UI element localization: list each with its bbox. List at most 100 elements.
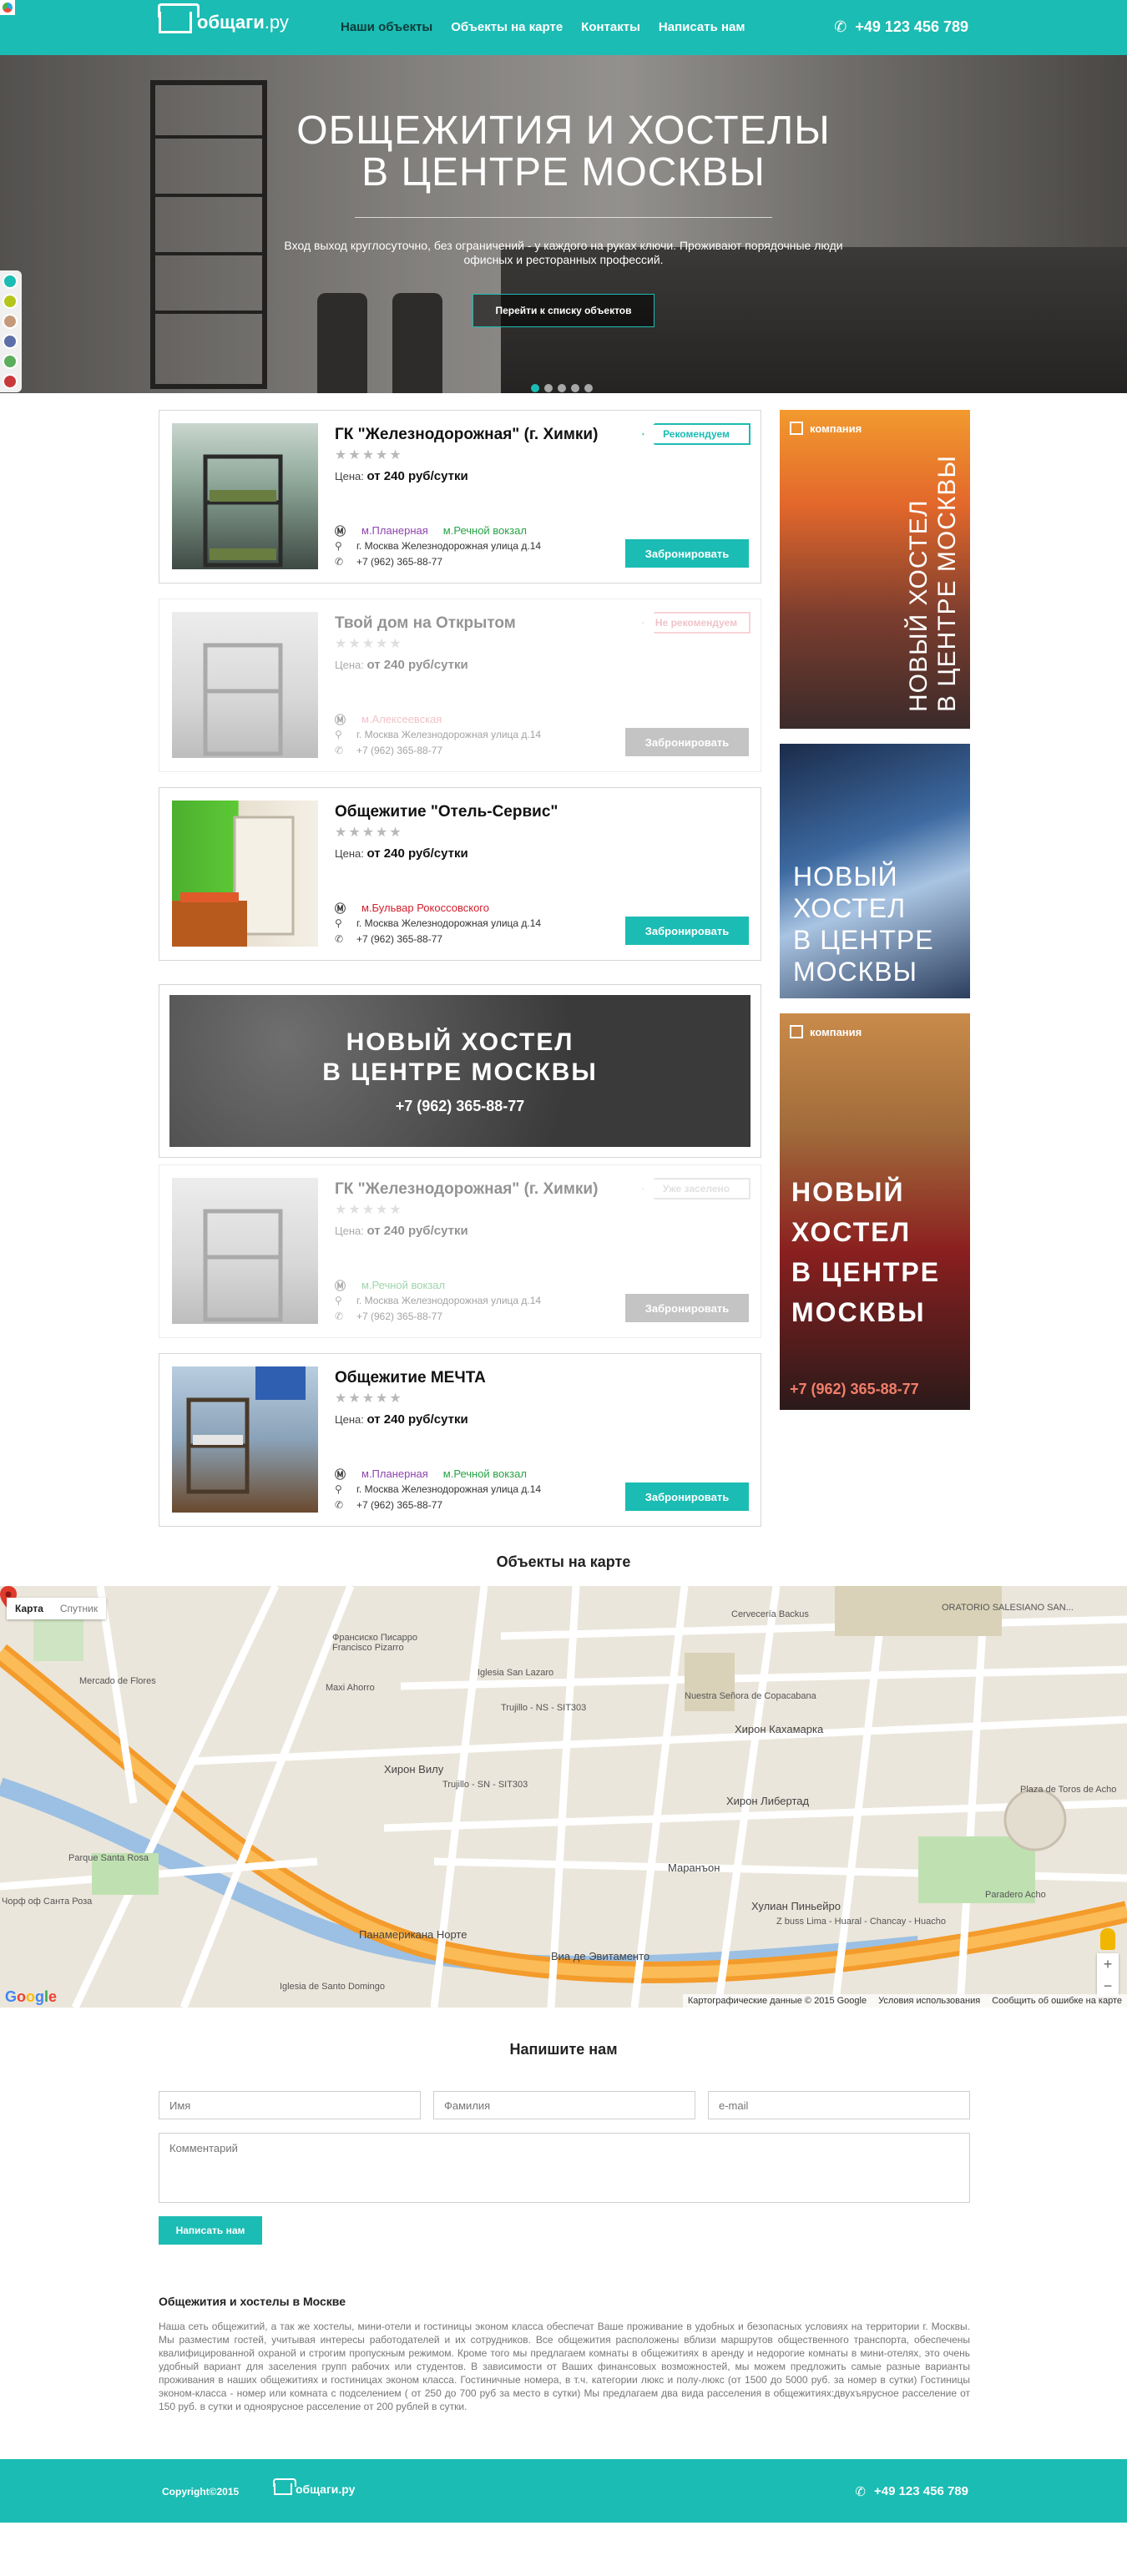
promo-banner-line: НОВЫЙ ХОСТЕЛ [346, 1028, 574, 1056]
color-swatch[interactable] [3, 354, 18, 369]
map-label: Чорф оф Санта Роза [2, 1897, 93, 1907]
metro-station: м.Планерная [361, 1467, 428, 1480]
map-terms-link[interactable]: Условия использования [878, 1996, 980, 2006]
phone-icon: ✆ [855, 2485, 866, 2499]
listing-title[interactable]: ГК "Железнодорожная" (г. Химки) [335, 1180, 598, 1199]
listing-photo[interactable] [172, 1178, 318, 1324]
map-label: Trujillo - SN - SIT303 [442, 1780, 528, 1790]
map-title: Объекты на карте [496, 1553, 631, 1570]
footer-logo[interactable]: общаги.ру [273, 2478, 355, 2496]
rating-stars[interactable]: ★★★★★ [335, 1390, 403, 1407]
street-view-pegman-icon[interactable] [1100, 1928, 1115, 1950]
color-swatch[interactable] [3, 294, 18, 309]
listing-title[interactable]: Общежитие МЕЧТА [335, 1369, 486, 1387]
map-zoom-control: + − [1097, 1953, 1119, 1997]
rating-stars[interactable]: ★★★★★ [335, 1201, 403, 1218]
listing-photo[interactable] [172, 1366, 318, 1513]
nav-objects-map[interactable]: Объекты на карте [451, 20, 563, 34]
listing-title[interactable]: ГК "Железнодорожная" (г. Химки) [335, 426, 598, 444]
color-swatch[interactable] [3, 374, 18, 389]
surname-input[interactable] [433, 2091, 695, 2119]
name-input[interactable] [159, 2091, 421, 2119]
site-footer: Copyright©2015 общаги.ру ✆ +49 123 456 7… [0, 2459, 1127, 2523]
listing-address: ⚲ г. Москва Железнодорожная улица д.14 [335, 729, 542, 740]
map-marker-icon: ⚲ [335, 729, 342, 740]
email-input[interactable] [708, 2091, 970, 2119]
metro-station: м.Планерная [361, 524, 428, 537]
map-label: Панамерикана Норте [359, 1928, 467, 1941]
listing-address: ⚲ г. Москва Железнодорожная улица д.14 [335, 1295, 542, 1306]
metro-stations: Ⓜ м.Планерная м.Речной вокзал [335, 523, 527, 538]
color-swatch[interactable] [3, 314, 18, 329]
slider-dot[interactable] [584, 384, 593, 392]
phone-icon: ✆ [335, 933, 344, 945]
map-label: Хирон Вилу [384, 1763, 444, 1775]
map-report-link[interactable]: Сообщить об ошибке на карте [992, 1996, 1122, 2006]
map-label: Nuestra Señora de Copacabana [685, 1691, 816, 1701]
listing-card: Твой дом на Открытом ★★★★★ Цена: от 240 … [159, 599, 761, 772]
seo-paragraph: Наша сеть общежитий, а так же хостелы, м… [159, 2321, 970, 2412]
book-button[interactable]: Забронировать [625, 917, 749, 945]
send-message-button[interactable]: Написать нам [159, 2216, 262, 2245]
slider-dot[interactable] [558, 384, 566, 392]
go-to-list-button[interactable]: Перейти к списку объектов [473, 294, 654, 327]
checkbox-icon [790, 1025, 803, 1038]
rating-stars[interactable]: ★★★★★ [335, 447, 403, 463]
map-section: Объекты на карте Francisco Pizarro Франс… [0, 1528, 1127, 2013]
metro-station: м.Речной вокзал [361, 1279, 446, 1291]
status-badge: Уже заселено [642, 1178, 750, 1200]
seo-title: Общежития и хостелы в Москве [159, 2295, 346, 2308]
header-phone[interactable]: ✆ +49 123 456 789 [834, 18, 968, 36]
header-phone-number: +49 123 456 789 [855, 18, 968, 35]
phone-icon: ✆ [834, 18, 847, 35]
slider-dot[interactable] [531, 384, 539, 392]
sidebar-ad[interactable]: компания НОВЫЙ ХОСТЕЛ В ЦЕНТРЕ МОСКВЫ +7 (9… [780, 1013, 970, 1410]
listing-address: ⚲ г. Москва Железнодорожная улица д.14 [335, 917, 542, 929]
book-button[interactable]: Забронировать [625, 1482, 749, 1511]
slider-dot[interactable] [544, 384, 553, 392]
map-tab-satellite[interactable]: Спутник [52, 1598, 106, 1619]
listing-photo[interactable] [172, 612, 318, 758]
map-marker-icon: ⚲ [335, 917, 342, 929]
color-swatch[interactable] [3, 334, 18, 349]
slider-dot[interactable] [571, 384, 579, 392]
nav-contacts[interactable]: Контакты [581, 20, 640, 34]
sidebar-ad[interactable]: НОВЫЙ ХОСТЕЛ В ЦЕНТРЕ МОСКВЫ [780, 744, 970, 998]
site-logo[interactable]: общаги.ру [158, 3, 289, 33]
map-tab-map[interactable]: Карта [7, 1598, 52, 1619]
metro-icon: Ⓜ [335, 525, 346, 538]
map-label: Mercado de Flores [79, 1676, 156, 1686]
listing-phone: ✆ +7 (962) 365-88-77 [335, 933, 443, 945]
listing-photo[interactable] [172, 423, 318, 569]
browser-extension-icon[interactable] [0, 0, 15, 15]
footer-phone[interactable]: ✆ +49 123 456 789 [855, 2484, 968, 2499]
book-button[interactable]: Забронировать [625, 728, 749, 756]
listing-title[interactable]: Общежитие "Отель-Сервис" [335, 803, 558, 821]
promo-banner-line: В ЦЕНТРЕ МОСКВЫ [322, 1058, 598, 1086]
comment-textarea[interactable] [159, 2133, 970, 2203]
metro-icon: Ⓜ [335, 902, 346, 915]
listing-title[interactable]: Твой дом на Открытом [335, 614, 516, 633]
nav-our-objects[interactable]: Наши объекты [341, 20, 432, 34]
phone-icon: ✆ [335, 556, 344, 568]
hero-description: Вход выход круглосуточно, без ограничени… [284, 239, 843, 266]
zoom-in-button[interactable]: + [1097, 1953, 1119, 1975]
listing-card: ГК "Железнодорожная" (г. Химки) ★★★★★ Це… [159, 410, 761, 583]
promo-banner-image: НОВЫЙ ХОСТЕЛ В ЦЕНТРЕ МОСКВЫ +7 (962) 36… [169, 995, 750, 1147]
rating-stars[interactable]: ★★★★★ [335, 824, 403, 841]
book-button[interactable]: Забронировать [625, 539, 749, 568]
listing-photo[interactable] [172, 801, 318, 947]
checkbox-icon [790, 422, 803, 435]
map-label: Plaza de Toros de Acho [1020, 1785, 1117, 1795]
google-map[interactable]: Francisco Pizarro Франсиско Писарро Merc… [0, 1586, 1127, 2008]
color-swatch[interactable] [3, 274, 18, 289]
status-badge: Рекомендуем [642, 423, 750, 445]
map-label: Maxi Ahorro [326, 1683, 375, 1693]
map-label: Cervecería Backus [731, 1609, 809, 1619]
map-label: Виа де Эвитаменто [551, 1950, 650, 1962]
rating-stars[interactable]: ★★★★★ [335, 635, 403, 652]
sidebar-ad[interactable]: компания НОВЫЙ ХОСТЕЛ В ЦЕНТРЕ МОСКВЫ [780, 410, 970, 729]
nav-write-us[interactable]: Написать нам [659, 20, 745, 34]
promo-banner[interactable]: НОВЫЙ ХОСТЕЛ В ЦЕНТРЕ МОСКВЫ +7 (962) 36… [159, 984, 761, 1158]
book-button[interactable]: Забронировать [625, 1294, 749, 1322]
